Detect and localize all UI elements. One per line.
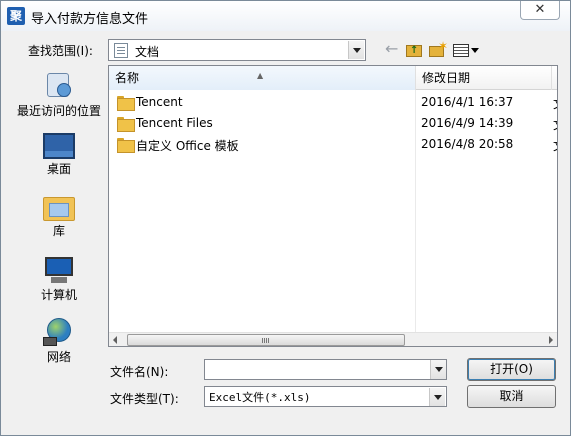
column-name-label: 名称 — [115, 71, 140, 85]
network-icon — [43, 317, 75, 347]
up-arrow: ↑ — [410, 45, 419, 56]
app-icon: 聚 — [7, 7, 25, 25]
item-name: Tencent — [136, 95, 183, 109]
look-in-value: 文档 — [135, 45, 160, 59]
list-item[interactable]: 自定义 Office 模板 2016/4/8 20:58 文 — [109, 134, 557, 155]
library-icon — [43, 193, 75, 221]
filetype-value: Excel文件(*.xls) — [209, 391, 311, 404]
scroll-left-icon[interactable] — [113, 336, 117, 344]
item-date: 2016/4/8 20:58 — [421, 137, 514, 151]
look-in-label: 查找范围(I): — [28, 44, 93, 58]
open-button[interactable]: 打开(O) — [467, 358, 556, 381]
place-label: 最近访问的位置 — [16, 104, 101, 118]
filename-label: 文件名(N): — [110, 365, 169, 379]
computer-icon — [43, 255, 75, 285]
documents-folder-icon — [114, 43, 128, 58]
filetype-label: 文件类型(T): — [110, 392, 179, 406]
column-name[interactable]: ▲ 名称 — [109, 66, 416, 90]
file-open-dialog: 聚 导入付款方信息文件 ✕ 查找范围(I): 文档 ← ↑ ✶ 最近访问的位置 … — [0, 0, 571, 436]
chevron-down-icon[interactable] — [348, 41, 364, 59]
view-menu-icon[interactable] — [453, 41, 481, 59]
place-label: 库 — [52, 224, 65, 238]
place-desktop[interactable]: 桌面 — [15, 133, 103, 176]
place-label: 桌面 — [46, 162, 71, 176]
column-date-modified[interactable]: 修改日期 — [416, 66, 552, 90]
desktop-icon — [43, 133, 75, 159]
place-recent[interactable]: 最近访问的位置 — [15, 71, 103, 118]
place-library[interactable]: 库 — [15, 193, 103, 238]
folder-icon — [117, 138, 135, 153]
horizontal-scrollbar[interactable] — [109, 332, 557, 346]
recent-places-icon — [43, 71, 75, 101]
new-folder-icon[interactable]: ✶ — [429, 39, 449, 59]
dialog-title: 导入付款方信息文件 — [31, 12, 149, 27]
place-computer[interactable]: 计算机 — [15, 255, 103, 302]
place-label: 网络 — [46, 350, 71, 364]
back-arrow-icon[interactable]: ← — [385, 41, 401, 59]
filetype-dropdown[interactable]: Excel文件(*.xls) — [204, 386, 447, 407]
place-label: 计算机 — [40, 288, 77, 302]
title-bar[interactable]: 聚 导入付款方信息文件 ✕ — [1, 1, 570, 31]
places-bar: 最近访问的位置 桌面 库 计算机 网络 — [15, 65, 103, 377]
sort-ascending-icon: ▲ — [257, 71, 264, 80]
item-date: 2016/4/1 16:37 — [421, 95, 514, 109]
folder-icon — [117, 117, 135, 132]
scroll-right-icon[interactable] — [549, 336, 553, 344]
list-item[interactable]: Tencent Files 2016/4/9 14:39 文 — [109, 113, 557, 134]
column-type[interactable]: 类 — [552, 66, 557, 90]
folder-icon — [117, 96, 135, 111]
file-list[interactable]: ▲ 名称 修改日期 类 Tencent 2016/4/1 16:37 文 Ten… — [108, 65, 558, 347]
up-folder-icon[interactable]: ↑ — [406, 41, 422, 59]
star-spark: ✶ — [438, 39, 449, 53]
filename-dropdown-icon[interactable] — [430, 360, 446, 379]
chevron-down-icon[interactable] — [429, 388, 445, 406]
item-name: Tencent Files — [136, 116, 213, 130]
item-type: 文 — [553, 137, 557, 154]
grip-icon — [262, 338, 269, 343]
look-in-dropdown[interactable]: 文档 — [108, 39, 366, 61]
cancel-button[interactable]: 取消 — [467, 385, 556, 408]
details-view-icon — [453, 44, 469, 57]
view-dropdown-chevron — [471, 48, 479, 53]
item-name: 自定义 Office 模板 — [136, 139, 239, 153]
column-header: ▲ 名称 修改日期 类 — [109, 66, 557, 90]
close-button[interactable]: ✕ — [520, 1, 560, 20]
scroll-thumb[interactable] — [127, 334, 405, 346]
list-item[interactable]: Tencent 2016/4/1 16:37 文 — [109, 92, 557, 113]
item-type: 文 — [553, 95, 557, 112]
place-network[interactable]: 网络 — [15, 317, 103, 364]
filename-input[interactable] — [204, 359, 447, 380]
item-date: 2016/4/9 14:39 — [421, 116, 514, 130]
item-type: 文 — [553, 116, 557, 133]
